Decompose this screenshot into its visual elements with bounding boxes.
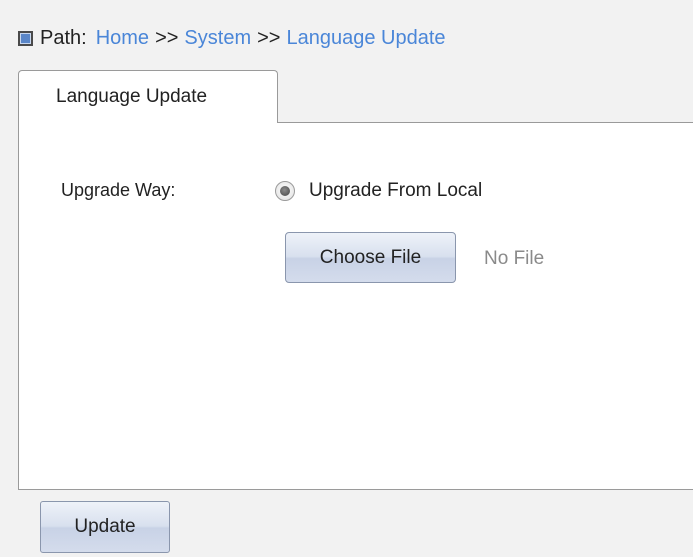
radio-selected-icon[interactable] <box>275 181 295 201</box>
breadcrumb-system-link[interactable]: System <box>184 27 251 50</box>
file-status-text: No File <box>484 248 545 269</box>
upgrade-from-local-option[interactable]: Upgrade From Local <box>275 180 482 202</box>
breadcrumb-label: Path: <box>40 26 87 49</box>
breadcrumb-language-update-link[interactable]: Language Update <box>286 27 445 50</box>
breadcrumb-separator: >> <box>257 26 281 49</box>
upgrade-way-label: Upgrade Way: <box>61 180 176 200</box>
radio-dot <box>280 186 290 196</box>
tab-label: Language Update <box>56 86 208 107</box>
upgrade-from-local-label[interactable]: Upgrade From Local <box>309 180 482 202</box>
choose-file-button[interactable]: Choose File <box>285 232 456 283</box>
language-update-panel <box>18 122 693 490</box>
update-button[interactable]: Update <box>40 501 170 553</box>
tab-language-update[interactable]: Language Update <box>18 70 278 123</box>
breadcrumb-home-link[interactable]: Home <box>96 27 149 50</box>
breadcrumb: Path: Home >> System >> Language Update <box>18 24 446 52</box>
breadcrumb-separator: >> <box>155 26 179 49</box>
square-bullet-icon <box>18 30 33 46</box>
